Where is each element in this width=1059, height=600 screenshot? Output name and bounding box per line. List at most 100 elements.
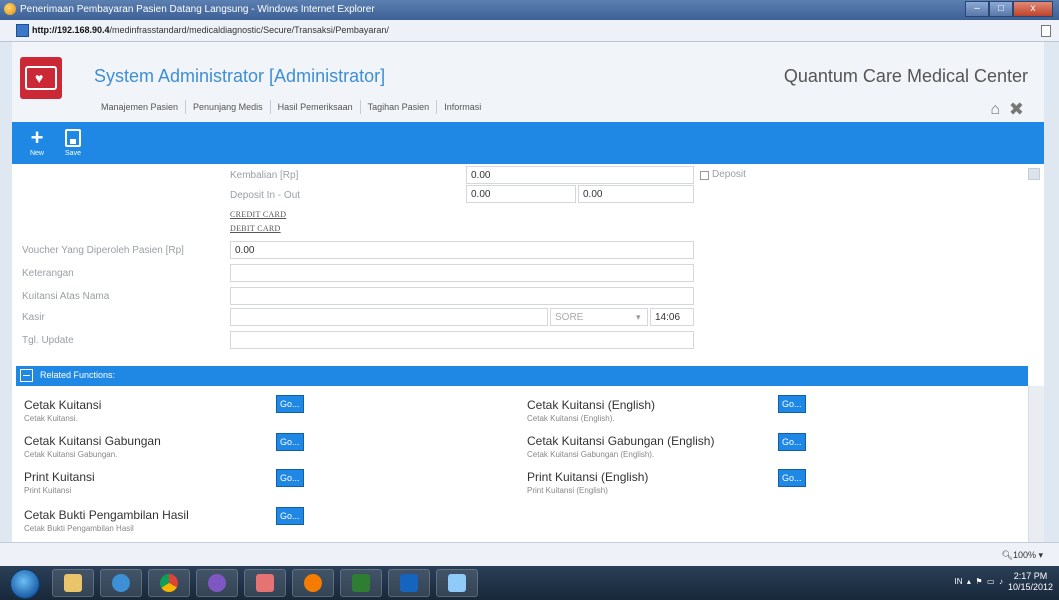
main-menu: Manajemen Pasien Penunjang Medis Hasil P… [94,100,488,114]
scroll-indicator[interactable] [1028,168,1040,180]
go-cetak-bukti-pengambilan-hasil-button[interactable]: Go... [276,507,304,525]
minimize-button[interactable]: – [965,1,989,17]
go-print-kuitansi-english-button[interactable]: Go... [778,469,806,487]
go-cetak-kuitansi-gabungan-english-button[interactable]: Go... [778,433,806,451]
collapse-icon[interactable] [20,369,33,382]
clinic-name: Quantum Care Medical Center [783,66,1028,86]
kembalian-label: Kembalian [Rp] [230,170,299,181]
save-button[interactable]: Save [56,126,90,162]
app-logo: ♥ [20,57,62,99]
go-cetak-kuitansi-button[interactable]: Go... [276,395,304,413]
kuitansi-atas-nama-field[interactable] [230,287,694,305]
url-text[interactable]: http://192.168.90.4/medinfrasstandard/me… [32,25,389,35]
plus-icon: + [30,125,44,150]
shift-select[interactable]: SORE [550,308,648,326]
compatibility-view-icon[interactable] [1041,25,1051,37]
tgl-update-label: Tgl. Update [22,335,74,346]
menu-item-manajemen-pasien[interactable]: Manajemen Pasien [94,100,187,114]
paint-icon[interactable] [436,569,478,597]
menu-item-tagihan-pasien[interactable]: Tagihan Pasien [361,100,438,114]
url-path: /medinfrasstandard/medicaldiagnostic/Sec… [109,25,389,35]
kuitansi-atas-nama-label: Kuitansi Atas Nama [22,291,110,302]
debit-card-link[interactable]: DEBIT CARD [230,224,281,233]
menu-item-penunjang-medis[interactable]: Penunjang Medis [186,100,271,114]
page-icon [16,24,29,37]
related-item-subtitle: Cetak Bukti Pengambilan Hasil [24,524,134,533]
keterangan-field[interactable] [230,264,694,282]
clock-time: 2:17 PM [1013,571,1048,581]
keterangan-label: Keterangan [22,268,74,279]
windows-taskbar: IN ▴ ⚑ ▭ ♪ 2:17 PM 10/15/2012 [0,566,1059,600]
related-item-subtitle: Print Kuitansi (English) [527,486,608,495]
voucher-field[interactable]: 0.00 [230,241,694,259]
window-title: Penerimaan Pembayaran Pasien Datang Lang… [20,4,375,15]
home-icon[interactable]: ⌂ [990,102,1000,118]
window-title-bar[interactable]: Penerimaan Pembayaran Pasien Datang Lang… [0,0,1059,20]
address-bar[interactable]: http://192.168.90.4/medinfrasstandard/me… [0,20,1059,42]
kembalian-field[interactable]: 0.00 [466,166,694,184]
go-cetak-kuitansi-gabungan-button[interactable]: Go... [276,433,304,451]
close-window-button[interactable]: x [1013,1,1053,17]
excel-icon[interactable] [340,569,382,597]
menu-item-informasi[interactable]: Informasi [437,100,488,114]
deposit-in-out-label: Deposit In - Out [230,190,301,201]
related-item-title: Cetak Kuitansi [24,398,102,412]
app-header: ♥ System Administrator [Administrator] Q… [12,42,1044,122]
explorer-icon[interactable] [52,569,94,597]
vertical-scrollbar[interactable] [1028,386,1044,542]
related-item-subtitle: Cetak Kuitansi Gabungan (English). [527,450,655,459]
chevron-down-icon: ▾ [636,312,641,322]
go-print-kuitansi-button[interactable]: Go... [276,469,304,487]
related-item-title: Cetak Kuitansi Gabungan [24,434,161,448]
word-icon[interactable] [388,569,430,597]
deposit-out-field[interactable]: 0.00 [578,185,694,203]
kasir-time-field[interactable]: 14:06 [650,308,694,326]
infinity-app-icon[interactable] [196,569,238,597]
action-toolbar: + New Save [12,122,1044,164]
people-app-icon[interactable] [244,569,286,597]
clock-date: 10/15/2012 [1007,582,1053,592]
user-title: System Administrator [Administrator] [94,66,386,86]
start-button[interactable] [10,569,40,599]
chrome-icon[interactable] [148,569,190,597]
window-controls: – □ x [965,1,1053,18]
internet-explorer-icon [4,3,16,15]
tgl-update-field[interactable] [230,331,694,349]
internet-explorer-taskbar-icon[interactable] [100,569,142,597]
related-item-subtitle: Print Kuitansi [24,486,72,495]
zoom-level[interactable]: 🔍︎100% ▾ [1002,550,1044,561]
related-item-title: Cetak Bukti Pengambilan Hasil [24,508,189,522]
shift-value: SORE [555,312,584,323]
page-content: ♥ System Administrator [Administrator] Q… [12,42,1044,542]
related-item-title: Cetak Kuitansi Gabungan (English) [527,434,715,448]
menu-item-hasil-pemeriksaan[interactable]: Hasil Pemeriksaan [271,100,361,114]
kasir-label: Kasir [22,312,45,323]
save-button-label: Save [65,150,81,157]
related-item-title: Print Kuitansi [24,470,95,484]
maximize-button[interactable]: □ [989,1,1013,17]
system-tray[interactable]: IN ▴ ⚑ ▭ ♪ [954,577,1003,586]
credit-card-link[interactable]: CREDIT CARD [230,210,286,219]
firefox-icon[interactable] [292,569,334,597]
related-item-subtitle: Cetak Kuitansi Gabungan. [24,450,118,459]
heart-monitor-icon: ♥ [25,66,57,90]
url-host: http://192.168.90.4 [32,25,110,35]
browser-status-bar: 🔍︎100% ▾ [0,542,1059,566]
kasir-field[interactable] [230,308,548,326]
floppy-disk-icon [65,129,81,147]
new-button[interactable]: + New [20,126,54,162]
related-item-title: Cetak Kuitansi (English) [527,398,656,412]
related-functions-title: Related Functions: [40,370,116,380]
related-item-subtitle: Cetak Kuitansi (English). [527,414,615,423]
go-cetak-kuitansi-english-button[interactable]: Go... [778,395,806,413]
related-item-title: Print Kuitansi (English) [527,470,649,484]
deposit-checkbox[interactable] [700,171,709,180]
taskbar-clock[interactable]: 2:17 PM 10/15/2012 [1008,571,1053,593]
deposit-in-field[interactable]: 0.00 [466,185,576,203]
voucher-label: Voucher Yang Diperoleh Pasien [Rp] [22,245,184,256]
zoom-icon: 🔍︎ [1001,550,1013,560]
related-functions-header[interactable]: Related Functions: [16,366,1028,386]
logout-icon[interactable]: ✖ [1009,100,1024,118]
zoom-value: 100% [1012,550,1036,560]
related-item-subtitle: Cetak Kuitansi. [24,414,78,423]
